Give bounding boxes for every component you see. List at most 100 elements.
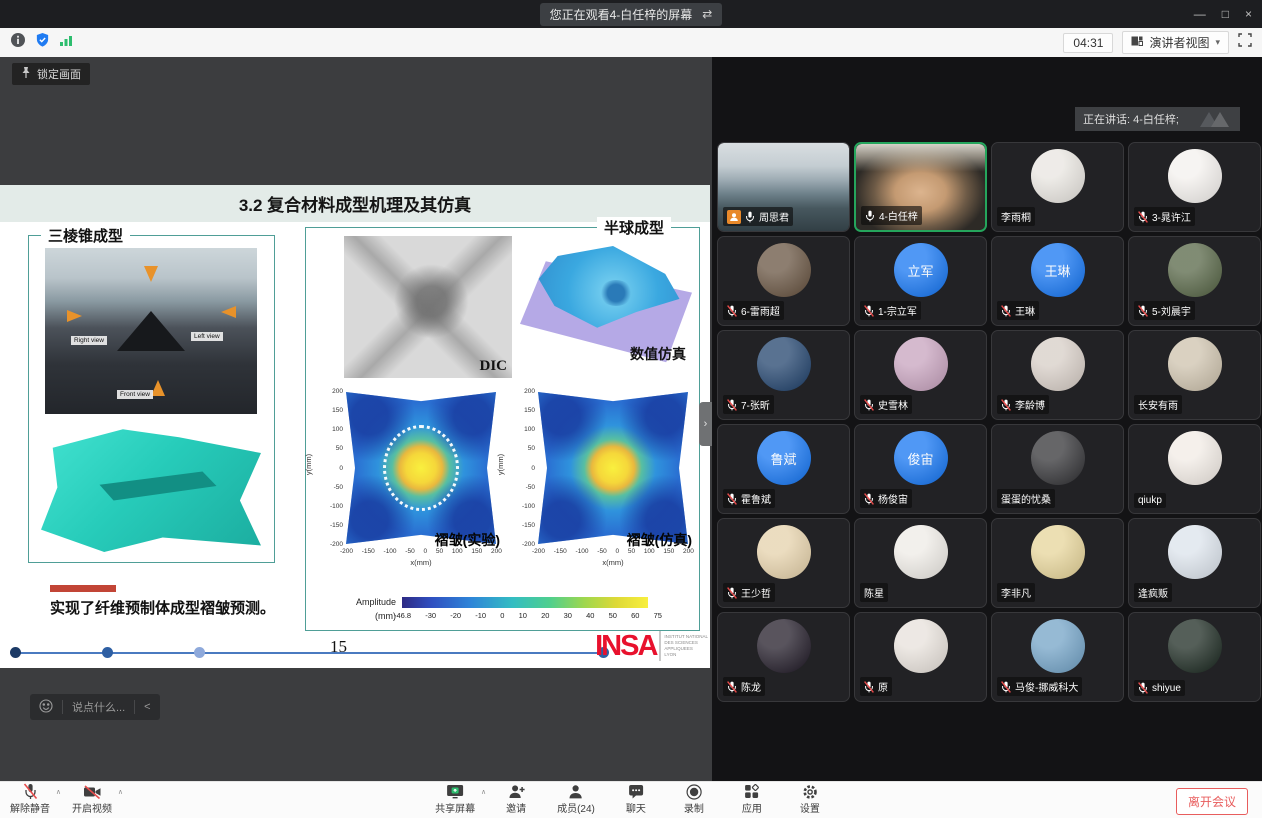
x-axis-label: x(mm) (538, 558, 688, 567)
participant-tile[interactable]: 马俊-挪威科大 (991, 612, 1124, 702)
chat-collapse-button[interactable]: < (144, 701, 150, 713)
info-icon[interactable] (10, 32, 26, 53)
toolbar-mic-muted-button[interactable]: 解除静音∧ (10, 783, 50, 815)
participant-tile[interactable]: shiyue (1128, 612, 1261, 702)
toolbar-settings-button[interactable]: 设置 (793, 783, 827, 815)
participant-name: 李龄博 (1015, 397, 1045, 412)
toolbar-record-button[interactable]: 录制 (677, 783, 711, 815)
participant-tile[interactable]: 李非凡 (991, 518, 1124, 608)
close-button[interactable]: × (1245, 7, 1252, 21)
left-view-label: Left view (191, 332, 223, 341)
arrow-right-icon (221, 306, 236, 318)
arrow-bottom-icon (151, 380, 165, 396)
toolbar-camera-muted-button[interactable]: 开启视频∧ (72, 783, 112, 815)
participant-tile[interactable]: 4-白任梓 (854, 142, 987, 232)
participant-tile[interactable]: 7-张昕 (717, 330, 850, 420)
participant-tile[interactable]: 周思君 (717, 142, 850, 232)
participant-name-badge: 长安有雨 (1134, 395, 1182, 414)
participant-tile[interactable]: 原 (854, 612, 987, 702)
participant-tile[interactable]: 3-晁许江 (1128, 142, 1261, 232)
participant-name: 霍鲁斌 (741, 491, 771, 506)
chevron-up-icon[interactable]: ∧ (56, 788, 61, 796)
chevron-up-icon[interactable]: ∧ (118, 788, 123, 796)
pin-view-button[interactable]: 锁定画面 (12, 63, 90, 85)
toolbar-chat-button[interactable]: 聊天 (619, 783, 653, 815)
security-shield-icon[interactable] (35, 32, 50, 53)
participant-tile[interactable]: 6-雷雨超 (717, 236, 850, 326)
panel-toggle-chevron[interactable]: › (699, 402, 712, 446)
participant-avatar (757, 525, 811, 579)
pin-view-label: 锁定画面 (37, 66, 81, 82)
emoji-icon[interactable] (39, 699, 53, 716)
participant-name: 王琳 (1015, 303, 1035, 318)
participant-tile[interactable]: 长安有雨 (1128, 330, 1261, 420)
participant-tile[interactable]: 王少哲 (717, 518, 850, 608)
chat-icon (628, 783, 644, 800)
participant-avatar (1168, 619, 1222, 673)
toolbar-apps-button[interactable]: 应用 (735, 783, 769, 815)
participant-name-badge: 李龄博 (997, 395, 1049, 414)
bottom-toolbar: 解除静音∧开启视频∧ 共享屏幕∧邀请成员(24)聊天录制应用设置 离开会议 (0, 781, 1262, 818)
participant-name-badge: 史雪林 (860, 395, 912, 414)
participant-avatar (1168, 149, 1222, 203)
participant-tile[interactable]: 俊宙 杨俊宙 (854, 424, 987, 514)
minimize-button[interactable]: — (1194, 7, 1206, 21)
meeting-window: 您正在观看4-白任梓的屏幕 ⇄ — □ × 04:31 演讲者视图 ▾ (0, 0, 1262, 818)
participant-name: 李非凡 (1001, 585, 1031, 600)
participant-name-badge: 逢疯贩 (1134, 583, 1172, 602)
y-axis-ticks: 200150100500-50-100-150-200 (322, 388, 343, 548)
switch-screen-icon[interactable]: ⇄ (702, 7, 712, 21)
speaking-banner-text: 正在讲话: 4-白任梓; (1083, 111, 1179, 127)
toolbar-members-button[interactable]: 成员(24) (557, 783, 595, 815)
colorbar-unit: (mm) (336, 610, 396, 624)
mic-muted-icon (727, 587, 737, 599)
participant-tile[interactable]: 王琳 王琳 (991, 236, 1124, 326)
participant-avatar (757, 337, 811, 391)
participant-tile[interactable]: 蛋蛋的忧桑 (991, 424, 1124, 514)
participant-tile[interactable]: 逢疯贩 (1128, 518, 1261, 608)
meeting-header: 04:31 演讲者视图 ▾ (0, 28, 1262, 57)
maximize-button[interactable]: □ (1222, 7, 1229, 21)
participant-tile[interactable]: 李雨桐 (991, 142, 1124, 232)
dic-label: DIC (479, 358, 507, 375)
chevron-up-icon[interactable]: ∧ (481, 788, 486, 796)
arrow-top-icon (144, 266, 158, 282)
toolbar-invite-button[interactable]: 邀请 (499, 783, 533, 815)
participant-tile[interactable]: 鲁斌 霍鲁斌 (717, 424, 850, 514)
participant-name: 史雪林 (878, 397, 908, 412)
participant-avatar (894, 337, 948, 391)
participant-tile[interactable]: 史雪林 (854, 330, 987, 420)
participant-avatar (1031, 337, 1085, 391)
participant-name: 6-雷雨超 (741, 303, 780, 318)
watching-screen-pill[interactable]: 您正在观看4-白任梓的屏幕 ⇄ (540, 3, 723, 26)
members-icon (568, 783, 583, 800)
participant-name-badge: shiyue (1134, 680, 1185, 696)
participant-tile[interactable]: 陈星 (854, 518, 987, 608)
participant-tile[interactable]: 李龄博 (991, 330, 1124, 420)
view-mode-dropdown[interactable]: 演讲者视图 ▾ (1122, 31, 1229, 54)
toolbar-button-label: 共享屏幕 (435, 800, 475, 815)
toolbar-screen-share-button[interactable]: 共享屏幕∧ (435, 783, 475, 815)
chat-input-placeholder[interactable]: 说点什么... (72, 699, 125, 715)
participant-avatar: 俊宙 (894, 431, 948, 485)
settings-icon (802, 783, 818, 800)
participant-name-badge: 周思君 (723, 207, 793, 226)
quick-chat-bar[interactable]: 说点什么... < (30, 694, 160, 720)
participant-avatar (1168, 431, 1222, 485)
participant-tile[interactable]: qiukp (1128, 424, 1261, 514)
participant-tile[interactable]: 立军 1-宗立军 (854, 236, 987, 326)
signal-strength-icon[interactable] (59, 34, 73, 52)
fullscreen-icon[interactable] (1238, 33, 1252, 52)
participant-tile[interactable]: 5-刘晨宇 (1128, 236, 1261, 326)
toolbar-button-label: 开启视频 (72, 800, 112, 815)
simulation-heatmap (538, 392, 688, 544)
toolbar-button-label: 邀请 (506, 800, 526, 815)
participant-name: 杨俊宙 (878, 491, 908, 506)
leave-meeting-button[interactable]: 离开会议 (1176, 788, 1248, 815)
host-badge-icon (727, 210, 741, 224)
avatar-initials: 鲁斌 (770, 449, 796, 468)
participant-avatar (757, 243, 811, 297)
avatar-initials: 俊宙 (907, 449, 933, 468)
participant-tile[interactable]: 陈龙 (717, 612, 850, 702)
participant-name: 马俊-挪威科大 (1015, 679, 1078, 694)
